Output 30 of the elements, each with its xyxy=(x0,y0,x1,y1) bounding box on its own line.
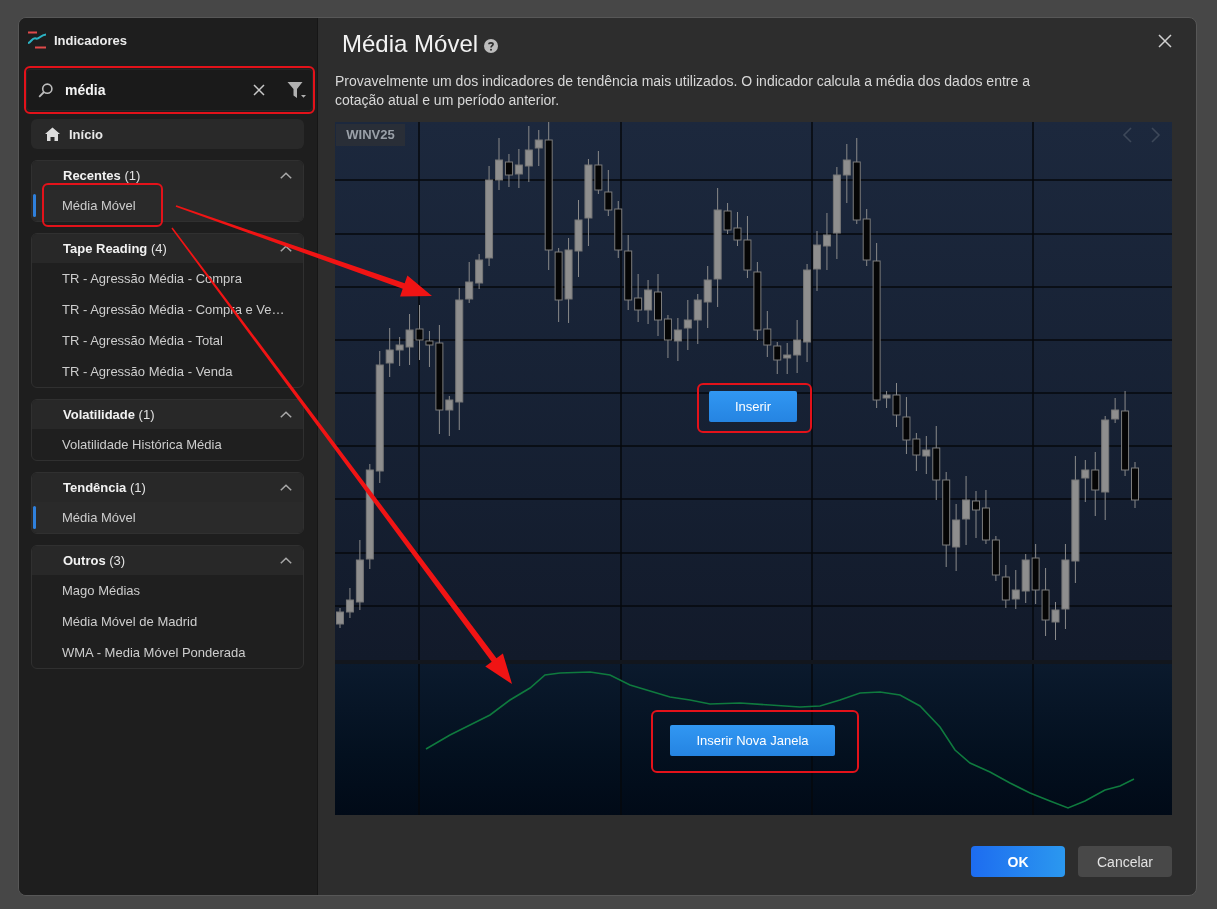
group-header[interactable]: Volatilidade (1) xyxy=(32,400,303,429)
cancel-button[interactable]: Cancelar xyxy=(1078,846,1172,877)
indicator-item[interactable]: TR - Agressão Média - Venda xyxy=(32,356,303,387)
indicator-logo-icon xyxy=(27,31,47,49)
home-icon xyxy=(45,127,60,141)
indicator-item[interactable]: WMA - Media Móvel Ponderada xyxy=(32,637,303,668)
indicator-item[interactable]: Média Móvel xyxy=(32,502,303,533)
indicator-item[interactable]: Média Móvel xyxy=(32,190,303,221)
close-button[interactable] xyxy=(1158,34,1172,48)
group-header[interactable]: Tape Reading (4) xyxy=(32,234,303,263)
search-field[interactable]: média xyxy=(26,69,313,111)
close-icon xyxy=(1158,34,1172,48)
indicator-item[interactable]: Volatilidade Histórica Média xyxy=(32,429,303,460)
clear-search-button[interactable] xyxy=(253,84,265,96)
sidebar-title: Indicadores xyxy=(54,32,127,48)
help-icon[interactable] xyxy=(484,39,499,53)
group-header[interactable]: Outros (3) xyxy=(32,546,303,575)
indicator-title: Média Móvel xyxy=(342,30,479,58)
indicator-description: Provavelmente um dos indicadores de tendência mais utilizados. O indicador calcula a média dos dados entre a cotação atual e um período anterior. xyxy=(335,72,1031,110)
ok-button[interactable]: OK xyxy=(971,846,1065,877)
close-icon xyxy=(253,84,265,96)
filter-icon xyxy=(287,81,306,99)
indicator-item[interactable]: Mago Médias xyxy=(32,575,303,606)
indicator-item[interactable]: Média Móvel de Madrid xyxy=(32,606,303,637)
indicator-item[interactable]: TR - Agressão Média - Total xyxy=(32,325,303,356)
group-header[interactable]: Recentes (1) xyxy=(32,161,303,190)
filter-button[interactable] xyxy=(287,81,306,99)
home-item[interactable]: Início xyxy=(31,119,304,149)
group-header[interactable]: Tendência (1) xyxy=(32,473,303,502)
search-icon xyxy=(38,82,53,98)
